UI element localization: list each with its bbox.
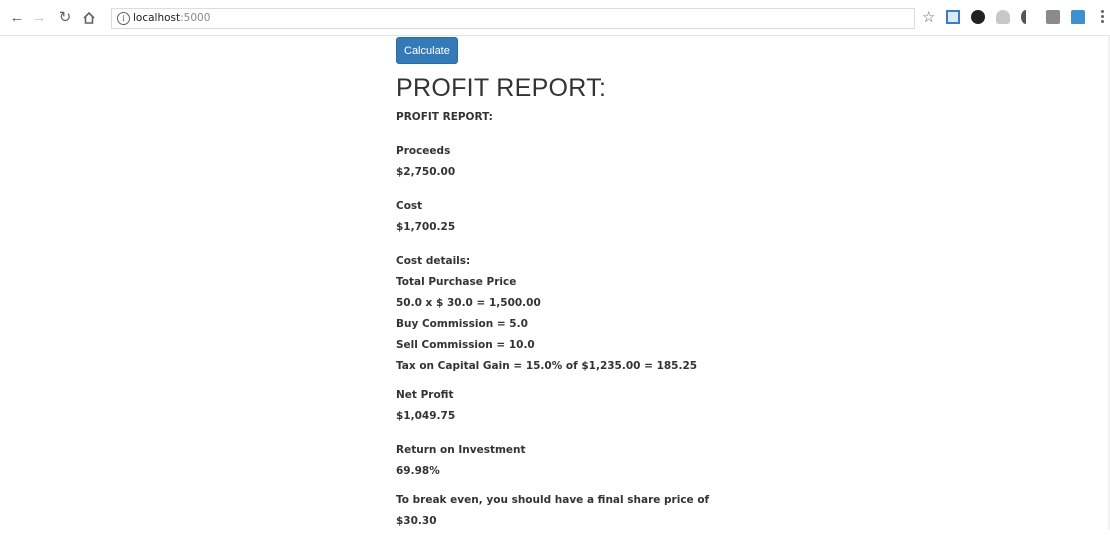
info-icon[interactable]: i xyxy=(117,12,130,25)
extension-dark-icon[interactable] xyxy=(971,10,985,24)
break-even-value: $30.30 xyxy=(396,515,437,527)
extension-square-icon[interactable] xyxy=(1046,10,1060,24)
main-content: Calculate PROFIT REPORT: PROFIT REPORT: … xyxy=(396,37,1036,535)
roi-label: Return on Investment xyxy=(396,444,526,456)
report-subtitle: PROFIT REPORT: xyxy=(396,111,493,123)
extension-gray-icon[interactable] xyxy=(996,10,1010,24)
back-icon[interactable]: ← xyxy=(8,9,26,27)
cost-details-label: Cost details: xyxy=(396,255,471,267)
address-bar[interactable]: i localhost:5000 xyxy=(111,8,915,29)
url-port: :5000 xyxy=(180,12,211,24)
extension-blue-icon[interactable] xyxy=(946,10,960,24)
buy-commission: Buy Commission = 5.0 xyxy=(396,318,528,330)
cost-label: Cost xyxy=(396,200,423,212)
tax-on-capital-gain: Tax on Capital Gain = 15.0% of $1,235.00… xyxy=(396,360,698,372)
roi-value: 69.98% xyxy=(396,465,440,477)
sell-commission: Sell Commission = 10.0 xyxy=(396,339,535,351)
extension-moon-icon[interactable] xyxy=(1021,10,1031,24)
extension-lock-icon[interactable] xyxy=(1071,10,1085,24)
total-purchase-label: Total Purchase Price xyxy=(396,276,517,288)
home-icon[interactable] xyxy=(80,9,98,27)
url-text[interactable]: localhost:5000 xyxy=(133,12,210,24)
calculate-button[interactable]: Calculate xyxy=(396,37,458,64)
menu-icon[interactable] xyxy=(1101,10,1105,24)
page-title: PROFIT REPORT: xyxy=(396,74,607,102)
browser-toolbar: ← → ↻ i localhost:5000 ☆ xyxy=(0,0,1110,36)
forward-icon[interactable]: → xyxy=(30,9,48,27)
url-host: localhost xyxy=(133,12,181,24)
reload-icon[interactable]: ↻ xyxy=(56,9,74,27)
break-even-label: To break even, you should have a final s… xyxy=(396,494,710,506)
proceeds-value: $2,750.00 xyxy=(396,166,456,178)
net-profit-value: $1,049.75 xyxy=(396,410,456,422)
total-purchase-value: 50.0 x $ 30.0 = 1,500.00 xyxy=(396,297,541,309)
star-icon[interactable]: ☆ xyxy=(922,9,935,27)
net-profit-label: Net Profit xyxy=(396,389,454,401)
cost-value: $1,700.25 xyxy=(396,221,456,233)
proceeds-label: Proceeds xyxy=(396,145,451,157)
